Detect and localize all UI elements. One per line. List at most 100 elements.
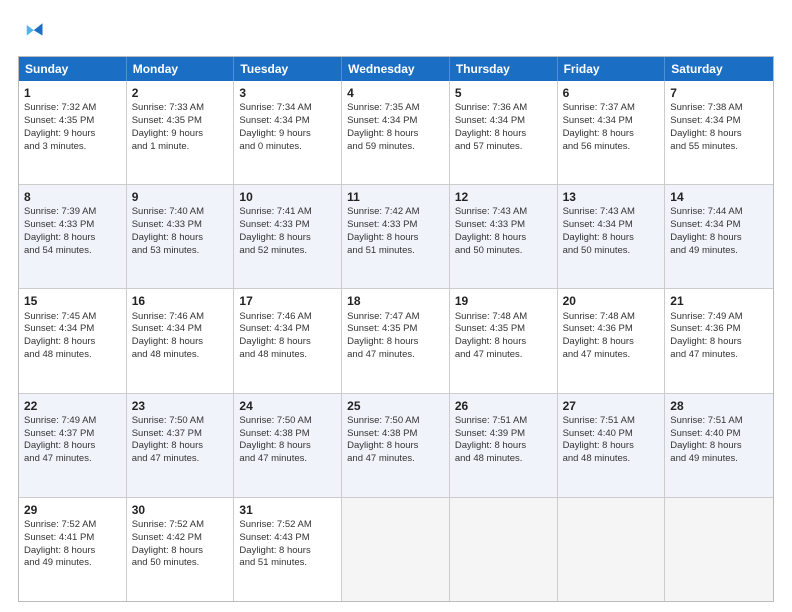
empty-cell bbox=[558, 498, 666, 601]
header-day-tuesday: Tuesday bbox=[234, 57, 342, 81]
day-info-line: Sunset: 4:33 PM bbox=[132, 219, 229, 232]
day-cell-7: 7Sunrise: 7:38 AMSunset: 4:34 PMDaylight… bbox=[665, 81, 773, 184]
day-cell-3: 3Sunrise: 7:34 AMSunset: 4:34 PMDaylight… bbox=[234, 81, 342, 184]
day-info-line: Sunset: 4:41 PM bbox=[24, 532, 121, 545]
day-cell-13: 13Sunrise: 7:43 AMSunset: 4:34 PMDayligh… bbox=[558, 185, 666, 288]
day-number: 20 bbox=[563, 293, 660, 309]
day-cell-26: 26Sunrise: 7:51 AMSunset: 4:39 PMDayligh… bbox=[450, 394, 558, 497]
day-info-line: and 48 minutes. bbox=[132, 349, 229, 362]
day-info-line: Sunrise: 7:44 AM bbox=[670, 206, 768, 219]
day-number: 21 bbox=[670, 293, 768, 309]
day-info-line: and 51 minutes. bbox=[239, 557, 336, 570]
day-info-line: and 3 minutes. bbox=[24, 141, 121, 154]
day-info-line: Sunrise: 7:52 AM bbox=[24, 519, 121, 532]
empty-cell bbox=[342, 498, 450, 601]
day-info-line: and 49 minutes. bbox=[670, 453, 768, 466]
day-number: 7 bbox=[670, 85, 768, 101]
header-day-wednesday: Wednesday bbox=[342, 57, 450, 81]
day-cell-12: 12Sunrise: 7:43 AMSunset: 4:33 PMDayligh… bbox=[450, 185, 558, 288]
calendar: SundayMondayTuesdayWednesdayThursdayFrid… bbox=[18, 56, 774, 602]
day-number: 14 bbox=[670, 189, 768, 205]
calendar-row-3: 15Sunrise: 7:45 AMSunset: 4:34 PMDayligh… bbox=[19, 288, 773, 392]
day-info-line: and 47 minutes. bbox=[24, 453, 121, 466]
day-number: 2 bbox=[132, 85, 229, 101]
day-info-line: and 47 minutes. bbox=[239, 453, 336, 466]
day-info-line: Daylight: 8 hours bbox=[132, 545, 229, 558]
day-info-line: and 50 minutes. bbox=[132, 557, 229, 570]
day-info-line: Daylight: 8 hours bbox=[239, 440, 336, 453]
day-cell-9: 9Sunrise: 7:40 AMSunset: 4:33 PMDaylight… bbox=[127, 185, 235, 288]
day-info-line: Sunrise: 7:42 AM bbox=[347, 206, 444, 219]
day-info-line: Daylight: 8 hours bbox=[670, 232, 768, 245]
day-number: 8 bbox=[24, 189, 121, 205]
day-info-line: Sunset: 4:35 PM bbox=[347, 323, 444, 336]
day-info-line: Sunrise: 7:48 AM bbox=[455, 311, 552, 324]
day-info-line: Sunset: 4:34 PM bbox=[239, 323, 336, 336]
day-info-line: Sunset: 4:34 PM bbox=[24, 323, 121, 336]
day-info-line: Sunset: 4:40 PM bbox=[563, 428, 660, 441]
day-info-line: and 51 minutes. bbox=[347, 245, 444, 258]
day-number: 4 bbox=[347, 85, 444, 101]
day-number: 17 bbox=[239, 293, 336, 309]
day-number: 30 bbox=[132, 502, 229, 518]
day-info-line: and 50 minutes. bbox=[563, 245, 660, 258]
day-info-line: Sunrise: 7:34 AM bbox=[239, 102, 336, 115]
day-number: 12 bbox=[455, 189, 552, 205]
day-cell-30: 30Sunrise: 7:52 AMSunset: 4:42 PMDayligh… bbox=[127, 498, 235, 601]
day-info-line: Daylight: 9 hours bbox=[132, 128, 229, 141]
day-info-line: and 57 minutes. bbox=[455, 141, 552, 154]
day-number: 19 bbox=[455, 293, 552, 309]
day-info-line: Daylight: 8 hours bbox=[347, 440, 444, 453]
day-cell-31: 31Sunrise: 7:52 AMSunset: 4:43 PMDayligh… bbox=[234, 498, 342, 601]
day-info-line: Sunset: 4:39 PM bbox=[455, 428, 552, 441]
day-info-line: Sunrise: 7:41 AM bbox=[239, 206, 336, 219]
calendar-header: SundayMondayTuesdayWednesdayThursdayFrid… bbox=[19, 57, 773, 81]
day-info-line: and 54 minutes. bbox=[24, 245, 121, 258]
day-cell-16: 16Sunrise: 7:46 AMSunset: 4:34 PMDayligh… bbox=[127, 289, 235, 392]
day-cell-2: 2Sunrise: 7:33 AMSunset: 4:35 PMDaylight… bbox=[127, 81, 235, 184]
calendar-row-5: 29Sunrise: 7:52 AMSunset: 4:41 PMDayligh… bbox=[19, 497, 773, 601]
day-info-line: Sunrise: 7:50 AM bbox=[132, 415, 229, 428]
day-number: 6 bbox=[563, 85, 660, 101]
day-info-line: and 0 minutes. bbox=[239, 141, 336, 154]
day-cell-24: 24Sunrise: 7:50 AMSunset: 4:38 PMDayligh… bbox=[234, 394, 342, 497]
day-number: 9 bbox=[132, 189, 229, 205]
day-cell-8: 8Sunrise: 7:39 AMSunset: 4:33 PMDaylight… bbox=[19, 185, 127, 288]
day-info-line: and 56 minutes. bbox=[563, 141, 660, 154]
header-day-thursday: Thursday bbox=[450, 57, 558, 81]
day-info-line: and 47 minutes. bbox=[455, 349, 552, 362]
day-number: 26 bbox=[455, 398, 552, 414]
empty-cell bbox=[665, 498, 773, 601]
day-cell-25: 25Sunrise: 7:50 AMSunset: 4:38 PMDayligh… bbox=[342, 394, 450, 497]
day-info-line: Sunset: 4:37 PM bbox=[132, 428, 229, 441]
day-cell-28: 28Sunrise: 7:51 AMSunset: 4:40 PMDayligh… bbox=[665, 394, 773, 497]
day-info-line: Sunset: 4:35 PM bbox=[24, 115, 121, 128]
day-info-line: Sunrise: 7:47 AM bbox=[347, 311, 444, 324]
day-cell-10: 10Sunrise: 7:41 AMSunset: 4:33 PMDayligh… bbox=[234, 185, 342, 288]
day-number: 31 bbox=[239, 502, 336, 518]
day-cell-21: 21Sunrise: 7:49 AMSunset: 4:36 PMDayligh… bbox=[665, 289, 773, 392]
day-info-line: Sunset: 4:36 PM bbox=[670, 323, 768, 336]
day-info-line: Sunrise: 7:46 AM bbox=[239, 311, 336, 324]
day-info-line: Sunrise: 7:52 AM bbox=[239, 519, 336, 532]
day-info-line: Sunset: 4:36 PM bbox=[563, 323, 660, 336]
day-info-line: and 47 minutes. bbox=[347, 349, 444, 362]
day-info-line: Sunset: 4:34 PM bbox=[347, 115, 444, 128]
day-info-line: Sunrise: 7:49 AM bbox=[670, 311, 768, 324]
day-info-line: Daylight: 8 hours bbox=[239, 545, 336, 558]
day-number: 1 bbox=[24, 85, 121, 101]
day-info-line: Sunrise: 7:52 AM bbox=[132, 519, 229, 532]
day-info-line: and 47 minutes. bbox=[670, 349, 768, 362]
day-info-line: Daylight: 8 hours bbox=[563, 128, 660, 141]
day-info-line: Sunrise: 7:38 AM bbox=[670, 102, 768, 115]
day-number: 18 bbox=[347, 293, 444, 309]
day-info-line: Daylight: 8 hours bbox=[670, 440, 768, 453]
day-info-line: Sunrise: 7:35 AM bbox=[347, 102, 444, 115]
day-cell-4: 4Sunrise: 7:35 AMSunset: 4:34 PMDaylight… bbox=[342, 81, 450, 184]
day-cell-5: 5Sunrise: 7:36 AMSunset: 4:34 PMDaylight… bbox=[450, 81, 558, 184]
day-number: 25 bbox=[347, 398, 444, 414]
day-info-line: and 49 minutes. bbox=[24, 557, 121, 570]
day-cell-29: 29Sunrise: 7:52 AMSunset: 4:41 PMDayligh… bbox=[19, 498, 127, 601]
day-info-line: Sunset: 4:38 PM bbox=[239, 428, 336, 441]
day-info-line: and 47 minutes. bbox=[132, 453, 229, 466]
